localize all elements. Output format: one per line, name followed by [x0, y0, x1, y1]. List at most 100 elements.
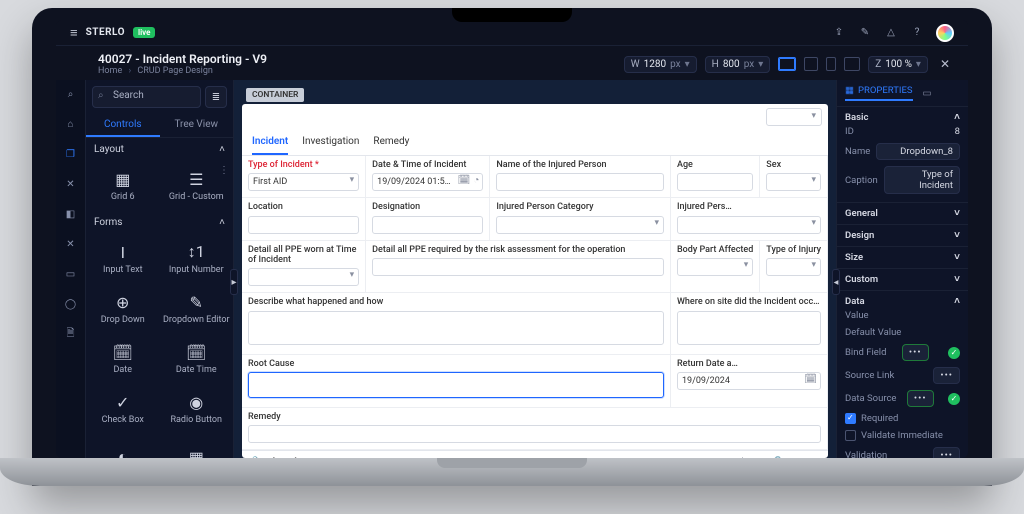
- calendar-icon[interactable]: 🗓: [458, 175, 471, 186]
- widget-checkbox[interactable]: ✓Check Box: [86, 384, 160, 434]
- section-size[interactable]: Size˅: [845, 252, 960, 263]
- type-of-incident-select[interactable]: [248, 173, 359, 191]
- widget-input-number[interactable]: ↕1Input Number: [160, 234, 234, 284]
- brand-name: STERLO: [86, 27, 125, 38]
- crumb-home[interactable]: Home: [98, 66, 122, 76]
- widget-dropdown-editor[interactable]: ✎Dropdown Editor: [160, 284, 234, 334]
- section-basic[interactable]: Basic˄: [845, 112, 960, 123]
- handle-right[interactable]: ◂: [832, 269, 840, 295]
- rail-db-icon[interactable]: ◧: [61, 204, 81, 224]
- field-datetime[interactable]: Date & Time of Incident 🗓◔: [366, 156, 490, 198]
- section-layout[interactable]: Layout˄: [86, 138, 233, 161]
- live-badge: live: [133, 27, 155, 38]
- field-return-date[interactable]: Return Date a…🗓: [671, 355, 828, 408]
- prop-caption-value[interactable]: Type of Incident: [884, 166, 960, 194]
- clock-icon[interactable]: ◔: [473, 175, 479, 186]
- bind-field-button[interactable]: •••: [902, 344, 929, 361]
- field-root-cause[interactable]: Root Cause: [242, 355, 671, 408]
- tab-tree-view[interactable]: Tree View: [160, 114, 234, 137]
- field-injured-category[interactable]: Injured Person Category: [490, 198, 671, 240]
- field-location[interactable]: Location: [242, 198, 366, 240]
- field-ppe-required[interactable]: Detail all PPE required by the risk asse…: [366, 241, 671, 294]
- avatar[interactable]: [936, 24, 954, 42]
- field-sex[interactable]: Sex: [760, 156, 828, 198]
- bell-icon[interactable]: △: [884, 26, 898, 40]
- section-custom[interactable]: Custom˅: [845, 274, 960, 285]
- tab-properties[interactable]: ▦ PROPERTIES: [845, 85, 913, 101]
- attachment-header: 📎Attachment ← / + 🔗 ⧉ ▭: [242, 450, 828, 458]
- section-forms[interactable]: Forms˄: [86, 211, 233, 234]
- width-control[interactable]: W 1280 px ▾: [624, 56, 697, 73]
- tool-icon[interactable]: ✎: [858, 26, 872, 40]
- crumb-page[interactable]: CRUD Page Design: [137, 66, 213, 76]
- rail-home-icon[interactable]: ⌂: [61, 114, 81, 134]
- field-body-part[interactable]: Body Part Affected: [671, 241, 760, 294]
- device-mobile-icon[interactable]: [826, 57, 836, 71]
- rail-conn-icon[interactable]: ✕: [61, 234, 81, 254]
- rail-search-icon[interactable]: ⌕: [61, 84, 81, 104]
- root-cause-input[interactable]: [248, 372, 664, 398]
- calendar-icon[interactable]: 🗓: [804, 374, 817, 385]
- help-icon[interactable]: ?: [910, 26, 924, 40]
- field-remedy[interactable]: Remedy: [242, 408, 828, 450]
- widget-dropdown[interactable]: ⊕Drop Down: [86, 284, 160, 334]
- prop-name-value[interactable]: Dropdown_8: [876, 143, 960, 160]
- sidebar-menu-button[interactable]: ≣: [205, 86, 227, 108]
- field-injured-person[interactable]: Injured Pers…: [671, 198, 828, 240]
- handle-left[interactable]: ▸: [230, 269, 238, 295]
- widget-grid-custom[interactable]: ⋮☰Grid - Custom: [160, 161, 234, 211]
- validate-immediate-checkbox[interactable]: [845, 430, 856, 441]
- field-describe[interactable]: Describe what happened and how: [242, 293, 671, 354]
- section-data[interactable]: Data˄: [845, 296, 960, 307]
- properties-panel: ▦ PROPERTIES ▭ Basic˄ ID8 NameDropdown_8…: [836, 80, 968, 458]
- rail-folder-icon[interactable]: ▭: [61, 264, 81, 284]
- ok-icon: ✓: [948, 347, 960, 359]
- device-large-icon[interactable]: [844, 57, 860, 71]
- left-sidebar: Search ≣ Controls Tree View Layout˄ ▦Gri…: [86, 80, 234, 458]
- source-link-button[interactable]: •••: [933, 367, 960, 384]
- rail-tools-icon[interactable]: ✕: [61, 174, 81, 194]
- validation-button[interactable]: •••: [933, 447, 960, 458]
- field-type-of-incident[interactable]: Type of Incident *: [242, 156, 366, 198]
- close-icon[interactable]: ✕: [936, 57, 954, 71]
- widget-toggle[interactable]: ◐: [86, 434, 160, 458]
- data-source-button[interactable]: •••: [907, 390, 934, 407]
- form-tab-remedy[interactable]: Remedy: [373, 130, 409, 155]
- tab-controls[interactable]: Controls: [86, 114, 160, 137]
- ok-icon: ✓: [948, 393, 960, 405]
- tab-more[interactable]: ▭: [923, 85, 932, 101]
- field-age[interactable]: Age: [671, 156, 760, 198]
- section-general[interactable]: General˅: [845, 208, 960, 219]
- search-input[interactable]: Search: [92, 86, 201, 108]
- device-tablet-icon[interactable]: [804, 57, 818, 71]
- widget-date[interactable]: 🗓Date: [86, 334, 160, 384]
- widget-grid-6[interactable]: ▦Grid 6: [86, 161, 160, 211]
- height-control[interactable]: H 800 px ▾: [705, 56, 771, 73]
- sex-select[interactable]: [766, 173, 821, 191]
- rail-doc-icon[interactable]: 🗎: [61, 324, 81, 344]
- injured-name-input[interactable]: [496, 173, 664, 191]
- widget-input-text[interactable]: IInput Text: [86, 234, 160, 284]
- menu-icon[interactable]: [70, 25, 78, 41]
- required-checkbox[interactable]: [845, 413, 856, 424]
- share-icon[interactable]: ⇪: [832, 26, 846, 40]
- widget-datetime[interactable]: 🗓Date Time: [160, 334, 234, 384]
- age-input[interactable]: [677, 173, 753, 191]
- device-desktop-icon[interactable]: [778, 57, 796, 71]
- widget-grid[interactable]: ▦: [160, 434, 234, 458]
- field-type-injury[interactable]: Type of Injury: [760, 241, 828, 294]
- form-tab-investigation[interactable]: Investigation: [302, 130, 359, 155]
- field-ppe-worn[interactable]: Detail all PPE worn at Time of Incident: [242, 241, 366, 294]
- field-designation[interactable]: Designation: [366, 198, 490, 240]
- section-design[interactable]: Design˅: [845, 230, 960, 241]
- field-injured-name[interactable]: Name of the Injured Person: [490, 156, 671, 198]
- widget-radio[interactable]: ◉Radio Button: [160, 384, 234, 434]
- form-tab-incident[interactable]: Incident: [252, 130, 288, 155]
- zoom-control[interactable]: Z 100 % ▾: [868, 56, 928, 73]
- breadcrumb: Home › CRUD Page Design: [98, 66, 267, 76]
- field-where[interactable]: Where on site did the Incident occur?: [671, 293, 828, 354]
- page-title: 40027 - Incident Reporting - V9: [98, 52, 267, 66]
- rail-layers-icon[interactable]: ❐: [61, 144, 81, 164]
- rail-settings-icon[interactable]: ◯: [61, 294, 81, 314]
- form-header-dropdown[interactable]: [766, 108, 822, 126]
